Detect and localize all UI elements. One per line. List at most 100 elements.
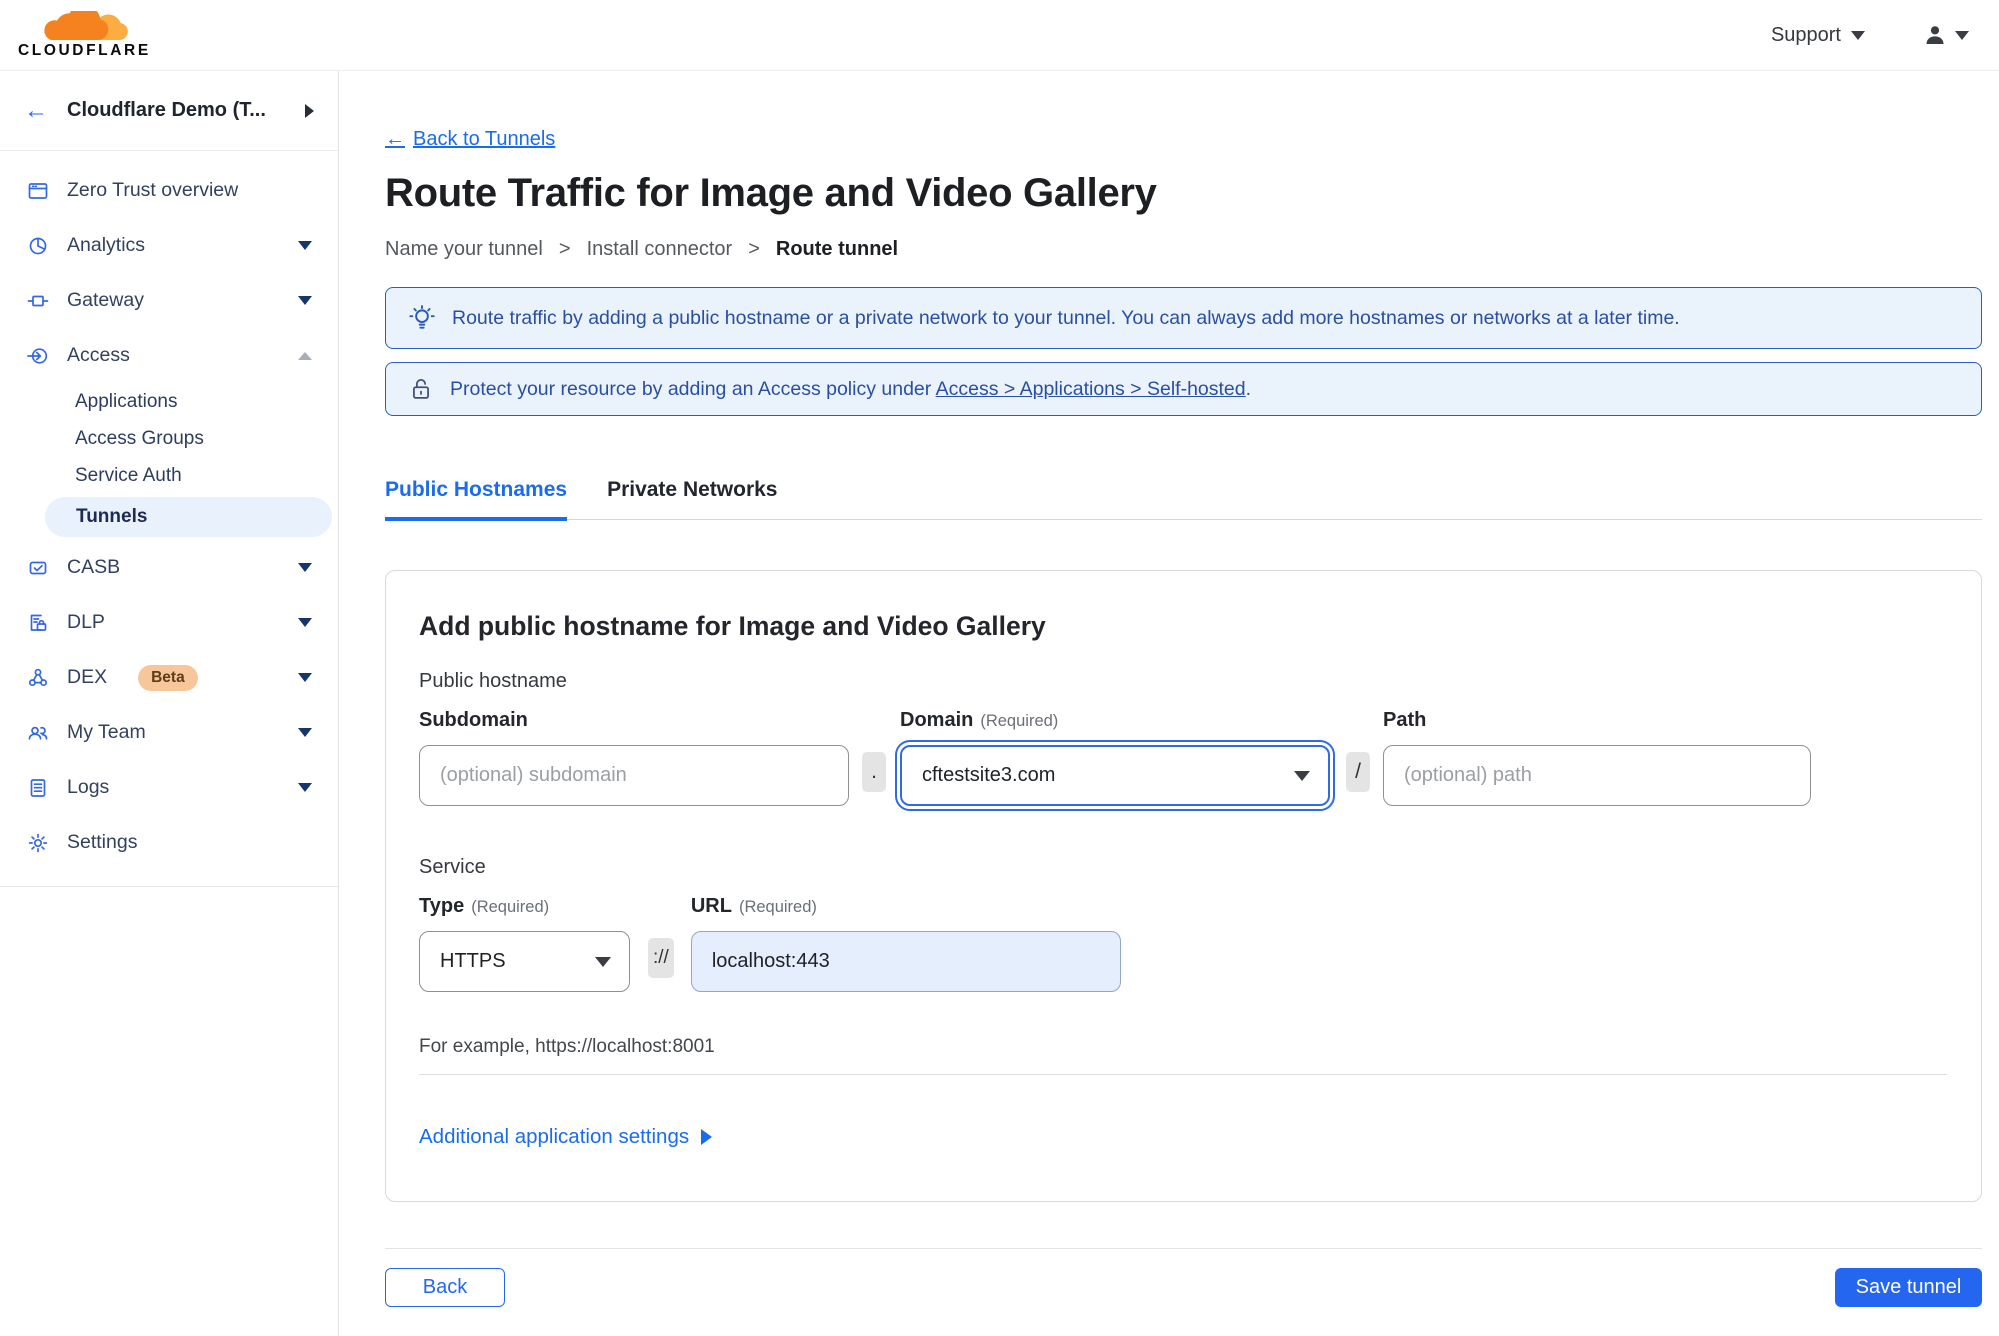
required-note: (Required) [980,712,1059,730]
type-label: Type (Required) [419,895,630,918]
service-field-row: Type (Required) HTTPS :// URL (Required) [419,895,1947,992]
subdomain-field-group: Subdomain [419,709,849,806]
chevron-down-icon [1294,770,1310,781]
type-field-group: Type (Required) HTTPS [419,895,630,992]
scheme-separator: :// [648,938,674,978]
banner-text-prefix: Protect your resource by adding an Acces… [450,377,936,400]
sidebar-item-applications[interactable]: Applications [0,383,338,420]
top-header: CLOUDFLARE Support [0,0,1999,71]
page-title: Route Traffic for Image and Video Galler… [385,171,1157,215]
back-link-label: Back to Tunnels [413,128,556,150]
cloudflare-wordmark: CLOUDFLARE [18,42,151,60]
sidebar-item-label: Analytics [67,234,146,256]
service-type-select[interactable]: HTTPS [419,931,630,992]
banner-text: Protect your resource by adding an Acces… [450,378,1251,401]
info-banner-route-traffic: Route traffic by adding a public hostnam… [385,287,1982,349]
card-heading: Add public hostname for Image and Video … [419,611,1046,641]
user-menu[interactable] [1923,23,1969,47]
sidebar-item-analytics[interactable]: Analytics [0,218,338,273]
breadcrumb-separator: > [748,238,760,260]
chevron-down-icon [298,618,312,627]
url-label-text: URL [690,895,732,917]
subdomain-input[interactable] [419,745,849,806]
step-install-connector[interactable]: Install connector [587,238,733,261]
sidebar-item-label: Zero Trust overview [67,179,239,201]
save-tunnel-button[interactable]: Save tunnel [1835,1268,1982,1307]
tab-private-networks[interactable]: Private Networks [607,478,777,521]
sidebar-item-access-groups[interactable]: Access Groups [0,420,338,457]
sidebar-item-tunnels[interactable]: Tunnels [45,497,332,537]
chevron-down-icon [298,783,312,792]
banner-text: Route traffic by adding a public hostnam… [452,306,1680,329]
back-arrow-icon: ← [385,128,405,150]
slash-separator: / [1346,752,1370,792]
sidebar-item-my-team[interactable]: My Team [0,705,338,760]
sidebar-item-zero-trust-overview[interactable]: Zero Trust overview [0,163,338,218]
cloudflare-cloud-icon [44,11,129,41]
sidebar: ← Cloudflare Demo (T... Zero Trust overv… [0,71,339,1336]
dot-separator: . [862,752,886,792]
additional-settings-label: Additional application settings [419,1125,690,1148]
step-name-your-tunnel[interactable]: Name your tunnel [385,238,543,261]
step-route-tunnel: Route tunnel [775,238,899,260]
domain-select-value: cftestsite3.com [922,764,1056,786]
chevron-right-icon [305,103,314,118]
back-to-tunnels-link[interactable]: ← Back to Tunnels [385,128,555,151]
path-input[interactable] [1383,745,1811,806]
chevron-down-icon [1955,30,1969,40]
chevron-down-icon [298,563,312,572]
back-arrow-icon: ← [24,96,48,124]
sidebar-subitem-label: Tunnels [76,506,148,527]
path-field-group: Path [1383,709,1811,806]
breadcrumb: Name your tunnel > Install connector > R… [385,238,1982,261]
additional-settings-toggle[interactable]: Additional application settings [419,1125,713,1149]
card-divider [419,1074,1947,1075]
sidebar-item-label: CASB [67,556,121,578]
beta-badge: Beta [138,664,198,691]
required-note: (Required) [471,898,550,916]
lock-icon [413,379,429,399]
sidebar-item-access[interactable]: Access [0,328,338,383]
sidebar-item-label: Logs [67,776,110,798]
url-label: URL (Required) [691,895,1121,918]
sidebar-item-service-auth[interactable]: Service Auth [0,457,338,494]
chevron-down-icon [298,728,312,737]
banner-text-suffix: . [1245,377,1252,400]
sidebar-item-casb[interactable]: CASB [0,540,338,595]
account-switcher[interactable]: ← Cloudflare Demo (T... [0,71,338,151]
domain-select[interactable]: cftestsite3.com [895,740,1335,811]
chevron-up-icon [298,351,312,360]
sidebar-subitem-label: Service Auth [75,464,182,486]
sidebar-item-dex[interactable]: DEX Beta [0,650,338,705]
sidebar-item-label: Settings [67,831,138,853]
dex-icon [28,668,48,686]
domain-label-text: Domain [900,709,974,731]
window-icon [28,182,48,199]
sidebar-item-label: Access [67,344,130,366]
tab-public-hostnames[interactable]: Public Hostnames [385,478,568,521]
subdomain-label: Subdomain [419,709,528,731]
add-hostname-card: Add public hostname for Image and Video … [385,570,1982,1202]
sidebar-item-label: DEX [67,666,108,688]
chevron-down-icon [595,956,611,967]
access-applications-link[interactable]: Access > Applications > Self-hosted [936,378,1246,400]
sidebar-item-dlp[interactable]: DLP [0,595,338,650]
tab-bar: Public Hostnames Private Networks [385,478,1982,521]
gear-icon [28,833,48,852]
lightbulb-icon [409,305,435,329]
support-menu[interactable]: Support [1771,24,1865,47]
cloudflare-logo[interactable]: CLOUDFLARE [18,11,151,59]
sidebar-subitem-label: Access Groups [75,427,204,449]
sidebar-item-gateway[interactable]: Gateway [0,273,338,328]
service-group-label: Service [419,856,486,878]
sidebar-item-settings[interactable]: Settings [0,815,338,870]
service-url-input[interactable] [690,931,1121,992]
info-banner-access-policy: Protect your resource by adding an Acces… [385,362,1982,416]
back-button[interactable]: Back [385,1268,505,1307]
access-icon [27,347,48,364]
team-icon [28,726,48,740]
sidebar-item-logs[interactable]: Logs [0,760,338,815]
path-label: Path [1383,709,1427,731]
user-icon [1926,26,1944,44]
required-note: (Required) [738,898,817,916]
